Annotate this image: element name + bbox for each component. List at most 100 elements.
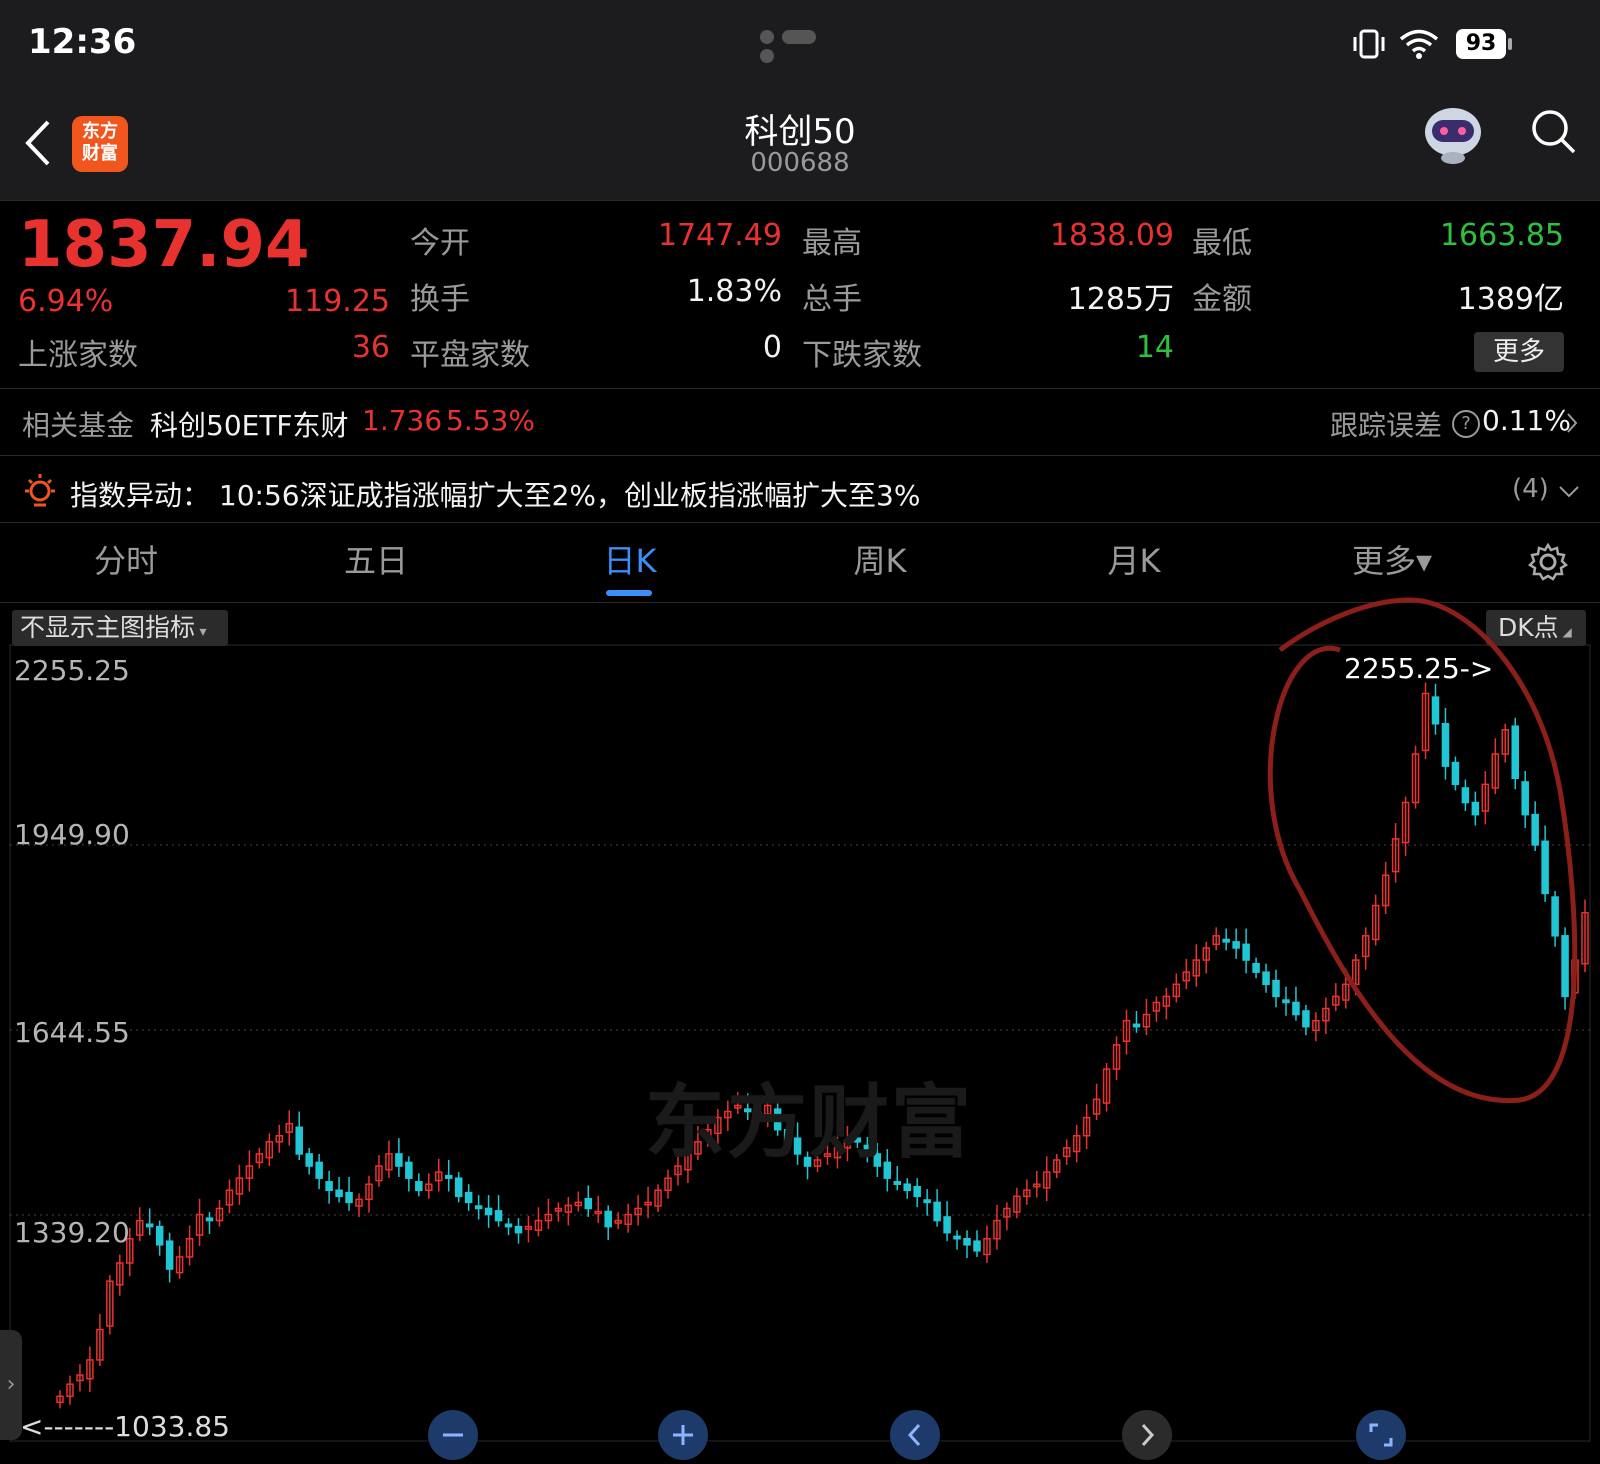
wifi-icon	[1398, 28, 1440, 64]
candle-body	[923, 1199, 931, 1204]
candle	[654, 1184, 662, 1213]
candle-body	[953, 1235, 961, 1240]
help-icon[interactable]: ?	[1452, 410, 1480, 438]
tab-intraday[interactable]: 分时	[46, 536, 206, 582]
candle	[554, 1202, 563, 1222]
candle-body	[604, 1210, 612, 1228]
candle-body	[903, 1183, 911, 1192]
candle	[534, 1207, 543, 1237]
candle	[275, 1124, 284, 1153]
alert-text: 指数异动： 10:56深证成指涨幅扩大至2%，创业板指涨幅扩大至3%	[70, 479, 921, 512]
candle	[1023, 1179, 1031, 1205]
candle	[96, 1313, 104, 1366]
tab-more[interactable]: 更多▾	[1312, 536, 1472, 582]
candle	[564, 1196, 573, 1226]
side-handle[interactable]: ›	[0, 1330, 22, 1440]
fund-price: 1.736	[362, 404, 443, 437]
candle	[933, 1189, 941, 1227]
candle-body	[295, 1126, 303, 1155]
window-handle[interactable]	[760, 30, 840, 63]
candle-body	[454, 1177, 463, 1198]
scroll-left-button[interactable]	[890, 1410, 940, 1460]
candle	[514, 1218, 523, 1244]
tracking-error-value: 0.11%	[1482, 404, 1571, 437]
candle	[1172, 973, 1181, 1003]
candle-body	[205, 1217, 214, 1222]
candle-body	[913, 1185, 921, 1198]
open-value: 1747.49	[657, 218, 782, 253]
candle-body	[335, 1189, 343, 1198]
back-icon[interactable]	[22, 118, 54, 172]
high-label: 最高	[802, 226, 862, 261]
candle-body	[415, 1181, 423, 1192]
candle	[66, 1375, 74, 1405]
candle	[953, 1230, 961, 1250]
tab-weekly-k[interactable]: 周K	[800, 536, 960, 582]
tab-monthly-k[interactable]: 月K	[1054, 536, 1214, 582]
candle	[145, 1208, 154, 1236]
tab-daily-k[interactable]: 日K	[550, 536, 710, 582]
candle	[185, 1225, 194, 1266]
candle-body	[1132, 1023, 1141, 1028]
fund-name: 科创50ETF东财	[150, 409, 349, 442]
candle	[425, 1173, 433, 1199]
candle	[375, 1155, 383, 1187]
candle-body	[1242, 943, 1250, 961]
zoom-in-button[interactable]	[658, 1410, 708, 1460]
tab-five-day[interactable]: 五日	[296, 536, 456, 582]
candle	[594, 1195, 602, 1223]
amount-value: 1389亿	[1457, 282, 1564, 317]
candle	[1052, 1153, 1061, 1179]
candle	[604, 1205, 612, 1240]
chevron-down-icon[interactable]	[1558, 484, 1580, 503]
low-label: 最低	[1192, 226, 1252, 261]
candle-body	[464, 1191, 473, 1204]
app-logo[interactable]: 东方 财富	[72, 116, 128, 172]
gear-icon[interactable]	[1527, 542, 1569, 586]
open-label: 今开	[410, 226, 470, 261]
candle	[464, 1184, 473, 1211]
indicator-select[interactable]: 不显示主图指标 ▾	[12, 610, 228, 646]
zoom-out-button[interactable]	[428, 1410, 478, 1460]
candle	[454, 1172, 463, 1203]
change-value: 119.25	[285, 284, 390, 319]
candle-body	[395, 1153, 403, 1167]
battery-tip	[1508, 38, 1512, 50]
active-tab-indicator	[606, 590, 652, 596]
candle	[1043, 1156, 1051, 1202]
candle	[574, 1191, 583, 1212]
candle	[963, 1230, 971, 1259]
candle-body	[584, 1198, 593, 1210]
more-button[interactable]: 更多	[1474, 332, 1564, 372]
y-tick-label: 1644.55	[14, 1016, 130, 1049]
y-tick-label: 2255.25	[14, 654, 130, 687]
indicator-select-label: 不显示主图指标	[20, 613, 196, 642]
candle	[1242, 928, 1250, 974]
candle-body	[155, 1225, 164, 1246]
candle-body	[933, 1201, 941, 1222]
candle	[644, 1186, 652, 1219]
candle	[175, 1246, 184, 1279]
plus-icon	[673, 1425, 693, 1445]
volume-value: 1285万	[1067, 282, 1174, 317]
candle	[345, 1176, 353, 1211]
candle-body	[405, 1161, 413, 1179]
candle	[1252, 957, 1260, 979]
candle	[116, 1254, 124, 1296]
robot-assistant-icon[interactable]	[1420, 102, 1486, 170]
candle	[86, 1346, 94, 1393]
page-title: 科创50	[744, 112, 856, 152]
candle	[983, 1225, 991, 1263]
scroll-right-button[interactable]	[1122, 1410, 1172, 1460]
search-icon[interactable]	[1530, 108, 1578, 160]
fullscreen-button[interactable]	[1356, 1410, 1406, 1460]
candle	[474, 1195, 483, 1220]
candle	[215, 1199, 224, 1227]
candle-body	[165, 1240, 174, 1270]
candle-body	[943, 1216, 951, 1234]
alert-count: (4)	[1512, 474, 1549, 504]
high-value: 1838.09	[1049, 218, 1174, 253]
battery-icon: 93	[1456, 29, 1506, 59]
vibrate-icon	[1352, 28, 1386, 64]
candle	[106, 1275, 114, 1335]
